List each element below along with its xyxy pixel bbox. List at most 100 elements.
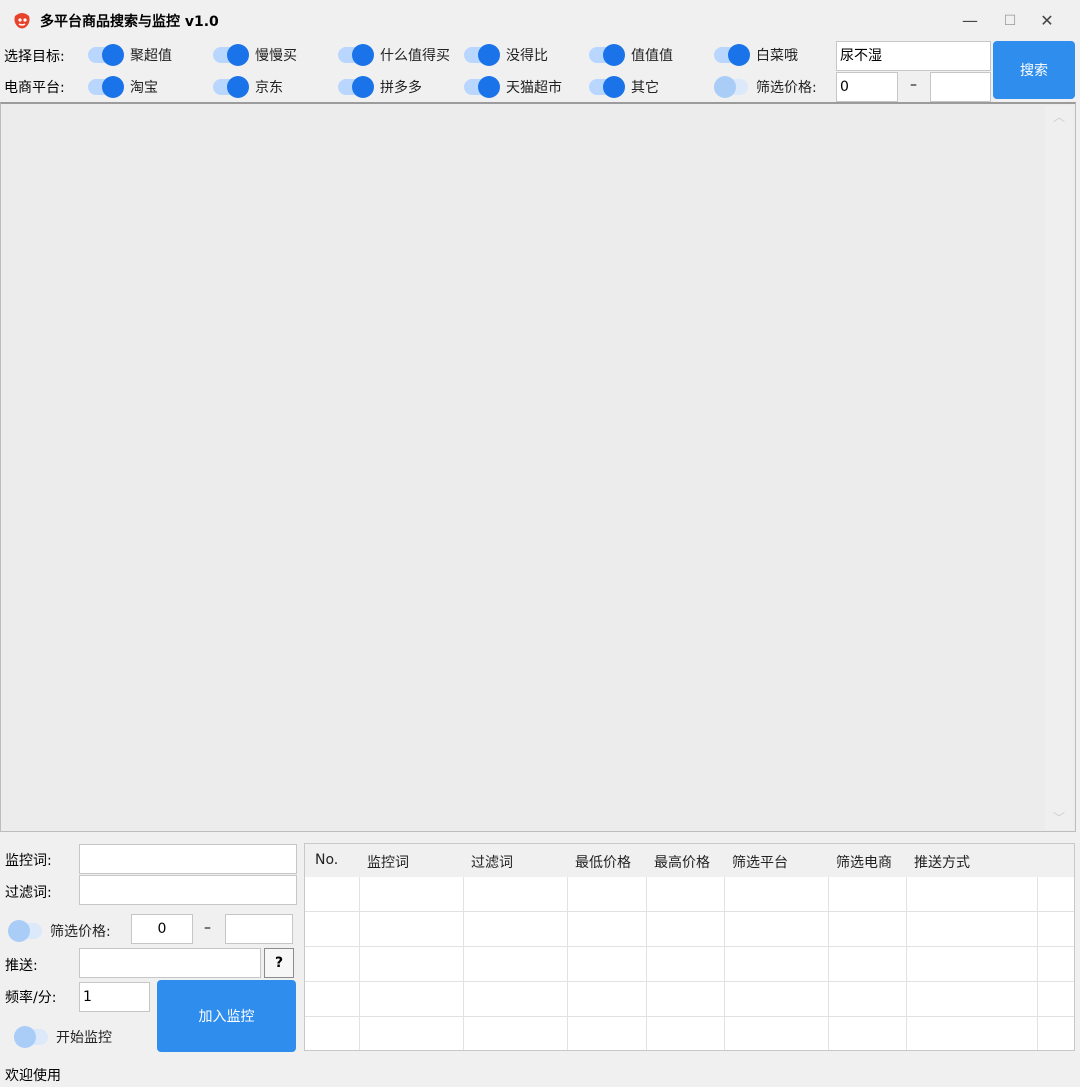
- frequency-label: 频率/分:: [5, 990, 57, 1006]
- toggle-track: [714, 76, 748, 98]
- target-label-meidebi: 没得比: [506, 48, 548, 64]
- table-gridline: [567, 877, 568, 1050]
- platform-label-taobao: 淘宝: [130, 80, 158, 96]
- add-monitor-button[interactable]: 加入监控: [157, 980, 296, 1052]
- platform-toggle-tmall[interactable]: 天猫超市: [464, 76, 562, 98]
- table-gridline: [646, 877, 647, 1050]
- monitor-filter-input[interactable]: [79, 875, 297, 905]
- minimize-button[interactable]: —: [953, 8, 987, 34]
- push-help-button[interactable]: ?: [264, 948, 294, 978]
- toggle-knob: [8, 920, 30, 942]
- toggle-knob: [478, 44, 500, 66]
- monitor-table[interactable]: No. 监控词 过滤词 最低价格 最高价格 筛选平台 筛选电商 推送方式: [304, 843, 1075, 1051]
- platform-label-tmall: 天猫超市: [506, 80, 562, 96]
- target-toggle-jucaozhi[interactable]: 聚超值: [88, 44, 172, 66]
- status-text: 欢迎使用: [5, 1068, 61, 1084]
- toggle-track: [88, 76, 124, 98]
- price-range-dash: –: [910, 77, 917, 93]
- result-panel[interactable]: ︿ ﹀: [0, 102, 1076, 832]
- table-gridline: [463, 877, 464, 1050]
- toggle-track: [213, 44, 249, 66]
- frequency-input[interactable]: 1: [79, 982, 150, 1012]
- toggle-knob: [227, 44, 249, 66]
- column-header-push[interactable]: 推送方式: [914, 852, 970, 872]
- target-toggle-manmanmai[interactable]: 慢慢买: [213, 44, 297, 66]
- toggle-knob: [603, 44, 625, 66]
- target-label-zhizhizhi: 值值值: [631, 48, 673, 64]
- toggle-knob: [603, 76, 625, 98]
- column-header-no[interactable]: No.: [315, 852, 338, 868]
- search-keyword-input[interactable]: 尿不湿: [836, 41, 991, 71]
- close-button[interactable]: ✕: [1030, 8, 1064, 34]
- column-header-min-price[interactable]: 最低价格: [575, 852, 631, 872]
- toggle-knob: [714, 76, 736, 98]
- toggle-knob: [227, 76, 249, 98]
- toggle-track: [589, 76, 625, 98]
- toggle-track: [8, 920, 42, 942]
- table-gridline: [305, 946, 1074, 947]
- monitor-price-filter-toggle[interactable]: 筛选价格:: [8, 920, 111, 942]
- target-toggle-meidebi[interactable]: 没得比: [464, 44, 548, 66]
- target-toggle-zhizhizhi[interactable]: 值值值: [589, 44, 673, 66]
- platform-label: 电商平台:: [4, 80, 65, 96]
- push-label: 推送:: [5, 958, 38, 974]
- monitor-keyword-input[interactable]: [79, 844, 297, 874]
- price-filter-label: 筛选价格:: [756, 80, 817, 96]
- app-logo-icon: [14, 13, 30, 29]
- platform-toggle-taobao[interactable]: 淘宝: [88, 76, 158, 98]
- monitor-keyword-label: 监控词:: [5, 853, 52, 869]
- monitor-table-header: No. 监控词 过滤词 最低价格 最高价格 筛选平台 筛选电商 推送方式: [305, 844, 1074, 877]
- maximize-button[interactable]: ☐: [993, 8, 1027, 34]
- target-label-smzdm: 什么值得买: [380, 48, 450, 64]
- column-header-max-price[interactable]: 最高价格: [654, 852, 710, 872]
- window-title: 多平台商品搜索与监控 v1.0: [40, 14, 219, 30]
- monitor-price-max-input[interactable]: [225, 914, 293, 944]
- toggle-track: [14, 1026, 48, 1048]
- title-bar: 多平台商品搜索与监控 v1.0 — ☐ ✕: [0, 0, 1080, 40]
- toggle-track: [464, 44, 500, 66]
- search-button[interactable]: 搜索: [993, 41, 1075, 99]
- toggle-track: [464, 76, 500, 98]
- column-header-filter[interactable]: 过滤词: [471, 852, 513, 872]
- platform-label-jd: 京东: [255, 80, 283, 96]
- monitor-price-filter-label: 筛选价格:: [50, 924, 111, 940]
- toggle-track: [714, 44, 750, 66]
- toggle-track: [589, 44, 625, 66]
- price-filter-toggle[interactable]: 筛选价格:: [714, 76, 817, 98]
- column-header-keyword[interactable]: 监控词: [367, 852, 409, 872]
- toggle-knob: [352, 76, 374, 98]
- scroll-down-icon[interactable]: ﹀: [1053, 809, 1065, 826]
- price-max-input[interactable]: [930, 72, 991, 102]
- price-min-input[interactable]: 0: [836, 72, 898, 102]
- target-toggle-baicaio[interactable]: 白菜哦: [714, 44, 798, 66]
- target-label: 选择目标:: [4, 49, 65, 65]
- table-gridline: [305, 911, 1074, 912]
- table-gridline: [305, 1016, 1074, 1017]
- platform-toggle-pinduoduo[interactable]: 拼多多: [338, 76, 422, 98]
- toggle-knob: [102, 76, 124, 98]
- table-gridline: [1037, 877, 1038, 1050]
- push-input[interactable]: [79, 948, 261, 978]
- toggle-knob: [728, 44, 750, 66]
- column-header-store[interactable]: 筛选电商: [836, 852, 892, 872]
- table-gridline: [305, 981, 1074, 982]
- monitor-price-min-input[interactable]: 0: [131, 914, 193, 944]
- toggle-track: [213, 76, 249, 98]
- platform-toggle-other[interactable]: 其它: [589, 76, 659, 98]
- toggle-track: [88, 44, 124, 66]
- toggle-track: [338, 76, 374, 98]
- monitor-filter-label: 过滤词:: [5, 885, 52, 901]
- table-gridline: [906, 877, 907, 1050]
- monitor-price-dash: –: [204, 920, 211, 936]
- platform-toggle-jd[interactable]: 京东: [213, 76, 283, 98]
- toggle-knob: [14, 1026, 36, 1048]
- table-gridline: [359, 877, 360, 1050]
- result-scrollbar[interactable]: ︿ ﹀: [1045, 106, 1073, 830]
- column-header-platform[interactable]: 筛选平台: [732, 852, 788, 872]
- start-monitor-toggle[interactable]: 开始监控: [14, 1026, 112, 1048]
- target-toggle-smzdm[interactable]: 什么值得买: [338, 44, 450, 66]
- target-label-manmanmai: 慢慢买: [255, 48, 297, 64]
- start-monitor-label: 开始监控: [56, 1030, 112, 1046]
- platform-label-pinduoduo: 拼多多: [380, 80, 422, 96]
- scroll-up-icon[interactable]: ︿: [1053, 108, 1065, 125]
